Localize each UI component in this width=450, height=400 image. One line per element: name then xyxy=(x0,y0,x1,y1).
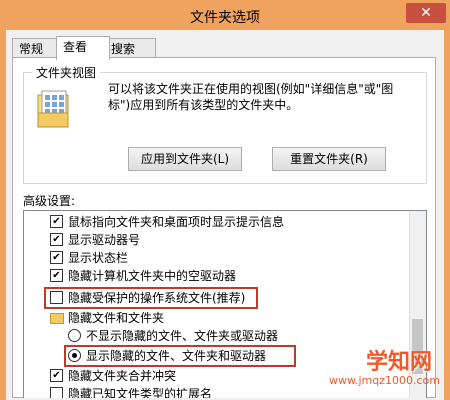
folder-view-group: 文件夹视图 可以将该文件夹正在使用的视图(例如"详细信息"或"图标")应用到所有… xyxy=(23,64,427,184)
radio-button[interactable] xyxy=(68,329,81,342)
reset-folders-button[interactable]: 重置文件夹(R) xyxy=(272,147,386,171)
checkbox[interactable]: ✔ xyxy=(50,369,63,382)
checkbox[interactable]: ✔ xyxy=(50,251,63,264)
folder-view-icon xyxy=(37,90,69,128)
checkbox[interactable] xyxy=(50,387,63,398)
list-item-label: 隐藏已知文件类型的扩展名 xyxy=(68,387,213,398)
highlight-box xyxy=(44,287,258,309)
checkbox[interactable]: ✔ xyxy=(50,215,63,228)
watermark-url: www.jmqz1000.com xyxy=(329,374,440,387)
tab-view[interactable]: 查看 xyxy=(56,36,110,60)
folder-icon xyxy=(50,313,64,324)
list-item-label: 不显示隐藏的文件、文件夹或驱动器 xyxy=(86,329,279,343)
checkbox[interactable]: ✔ xyxy=(50,269,63,282)
list-item-label: 显示驱动器号 xyxy=(68,233,141,247)
folder-view-description: 可以将该文件夹正在使用的视图(例如"详细信息"或"图标")应用到所有该类型的文件… xyxy=(108,82,394,112)
folder-view-legend: 文件夹视图 xyxy=(32,64,101,81)
window-title: 文件夹选项 xyxy=(190,10,260,26)
list-item-label: 隐藏文件夹合并冲突 xyxy=(68,369,177,383)
tab-search[interactable]: 搜索 xyxy=(104,38,156,59)
list-item-label: 显示状态栏 xyxy=(68,251,129,265)
apply-to-folders-button[interactable]: 应用到文件夹(L) xyxy=(128,147,242,171)
checkbox[interactable]: ✔ xyxy=(50,233,63,246)
list-item-label: 鼠标指向文件夹和桌面项时显示提示信息 xyxy=(68,215,285,229)
advanced-settings-label: 高级设置: xyxy=(23,194,76,208)
list-item-label: 隐藏文件和文件夹 xyxy=(68,311,165,325)
watermark: 学知网 www.jmqz1000.com xyxy=(329,344,440,398)
list-item-label: 隐藏计算机文件夹中的空驱动器 xyxy=(68,269,237,283)
dialog-client: 常规 查看 搜索 文件夹视图 可以将该文件夹正在使用的视图(例如"详细信息"或"… xyxy=(6,30,444,400)
watermark-title: 学知网 xyxy=(365,350,432,375)
title-bar: 文件夹选项 ✕ xyxy=(0,0,450,30)
highlight-box xyxy=(64,345,296,367)
close-button[interactable]: ✕ xyxy=(406,3,446,23)
